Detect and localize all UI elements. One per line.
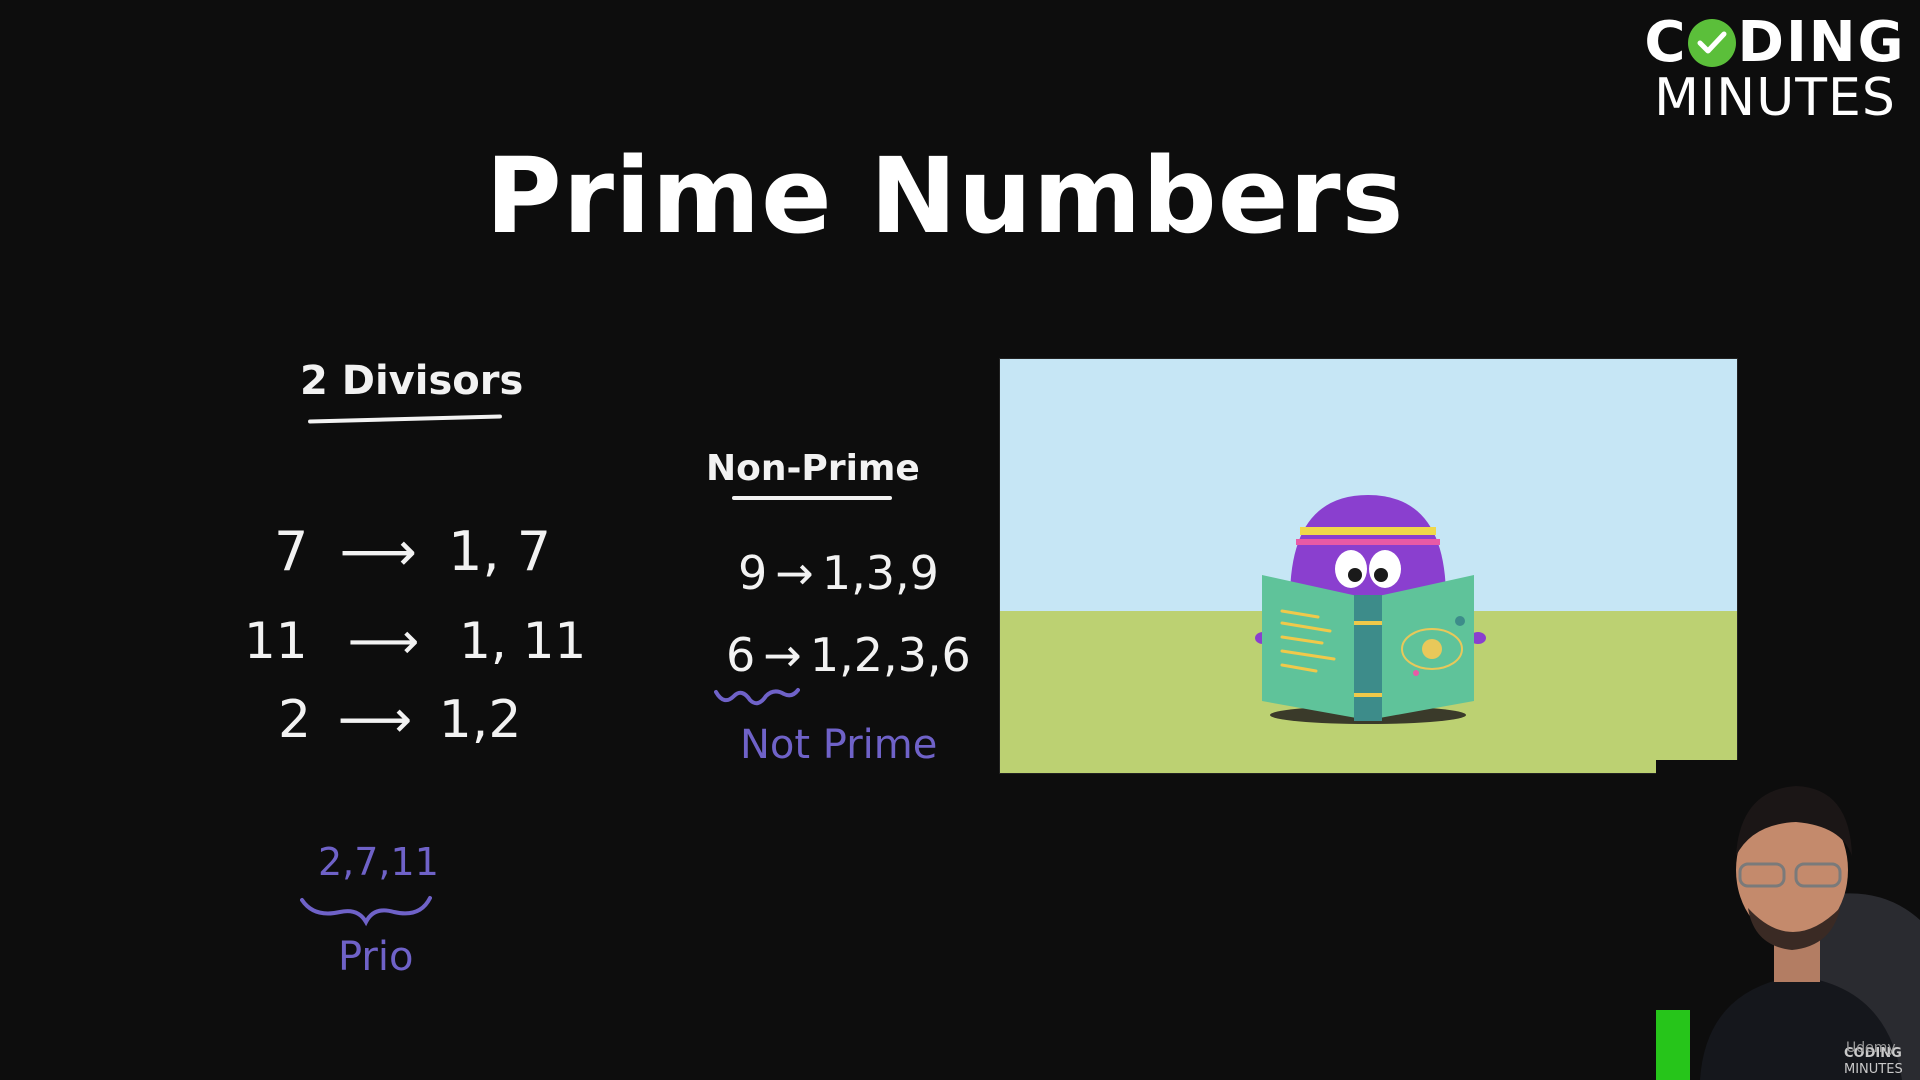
non-prime-row: 9 → 1,3,9 — [738, 546, 939, 600]
slide-title: Prime Numbers — [485, 135, 1405, 257]
presenter-webcam — [1656, 760, 1920, 1080]
animation-video-frame[interactable] — [999, 358, 1738, 774]
row-divisors: 1, 11 — [459, 612, 587, 670]
udemy-watermark: Udemy — [1846, 1040, 1896, 1056]
row-number: 7 — [274, 520, 309, 583]
logo-letter: C — [1644, 10, 1688, 75]
squiggle-icon — [714, 688, 800, 706]
divisor-row: 2 ⟶ 1,2 — [278, 690, 521, 750]
row-number: 2 — [278, 690, 312, 750]
row-divisors: 1,2 — [438, 690, 522, 750]
primes-label: Prio — [338, 934, 414, 980]
arrow-icon: → — [775, 546, 814, 600]
arrow-icon: → — [763, 628, 802, 682]
presenter-silhouette — [1656, 760, 1920, 1080]
logo-subtext: MINUTES — [1654, 68, 1896, 128]
row-number: 9 — [738, 546, 768, 600]
row-number: 6 — [726, 628, 756, 682]
row-divisors: 1,2,3,6 — [809, 628, 971, 682]
arrow-icon: ⟶ — [337, 690, 413, 750]
arrow-icon: ⟶ — [339, 520, 417, 583]
heading-underline — [732, 496, 892, 500]
brace-icon — [300, 896, 432, 927]
row-number: 11 — [244, 612, 308, 670]
primes-list: 2,7,11 — [318, 840, 439, 884]
divisor-row: 7 ⟶ 1, 7 — [274, 520, 551, 583]
divisors-heading: 2 Divisors — [300, 358, 524, 404]
arrow-icon: ⟶ — [347, 612, 420, 670]
heading-underline — [307, 414, 503, 424]
divisor-row: 11 ⟶ 1, 11 — [244, 612, 586, 670]
row-divisors: 1,3,9 — [821, 546, 939, 600]
not-prime-note: Not Prime — [740, 722, 938, 768]
green-screen-patch — [1656, 1010, 1690, 1080]
coding-minutes-logo: C DING MINUTES — [1640, 14, 1910, 128]
badge-line2: MINUTES — [1844, 1062, 1903, 1077]
check-circle-icon — [1688, 19, 1737, 67]
non-prime-heading: Non-Prime — [706, 448, 920, 489]
reading-character-illustration — [1000, 359, 1737, 773]
logo-text: DING — [1737, 10, 1906, 75]
row-divisors: 1, 7 — [448, 520, 552, 583]
non-prime-row: 6 → 1,2,3,6 — [726, 628, 971, 682]
